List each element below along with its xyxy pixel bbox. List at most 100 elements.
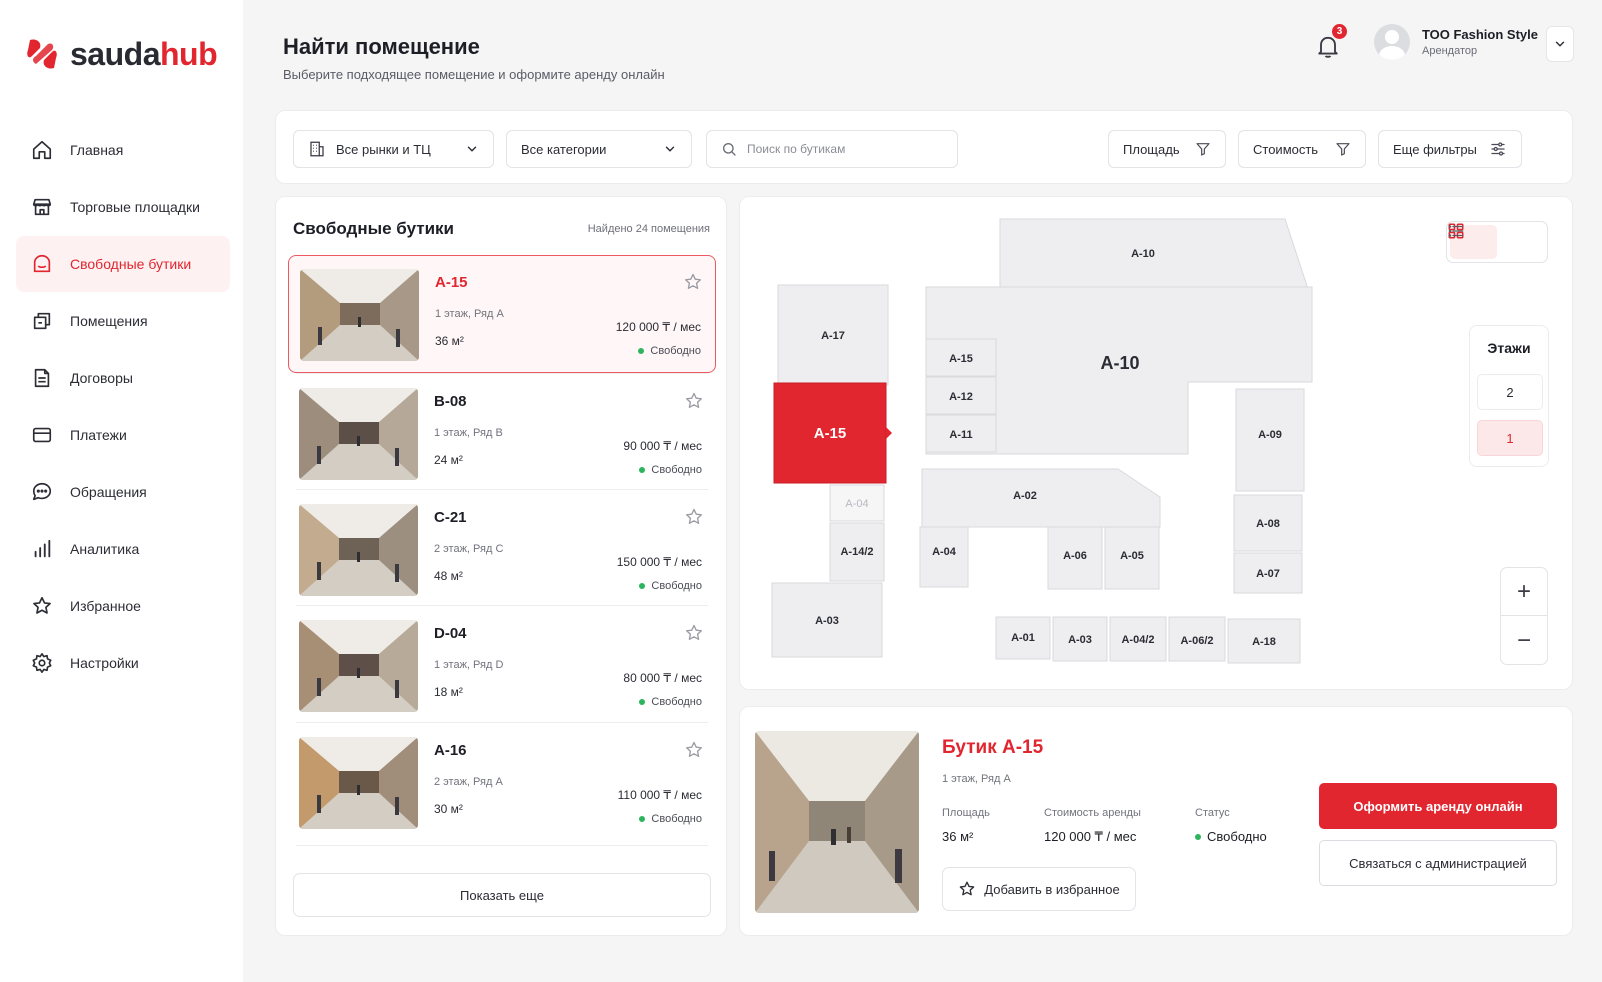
star-icon: [30, 594, 54, 618]
floor-button-1[interactable]: 1: [1477, 420, 1543, 456]
sidebar-item-payments[interactable]: Платежи: [16, 407, 230, 463]
detail-cost-value: 120 000 ₸ / мес: [1044, 829, 1137, 844]
area-filter-button[interactable]: Площадь: [1108, 130, 1226, 168]
sidebar-item-settings[interactable]: Настройки: [16, 635, 230, 691]
boutique-status-label: Свободно: [650, 345, 701, 357]
favorite-star-icon[interactable]: [683, 272, 703, 292]
rent-online-button[interactable]: Оформить аренду онлайн: [1319, 783, 1557, 829]
boutique-status: Свободно: [639, 580, 702, 592]
boutique-location: 1 этаж, Ряд D: [434, 659, 504, 671]
boutique-search-input[interactable]: Поиск по бутикам: [706, 130, 958, 168]
boutique-card[interactable]: C-21 2 этаж, Ряд C 48 м² 150 000 ₸ / мес…: [288, 491, 716, 609]
notification-count-badge: 3: [1330, 22, 1349, 41]
detail-title: Бутик А-15: [942, 737, 1044, 758]
zoom-out-button[interactable]: −: [1501, 617, 1547, 665]
status-dot: [639, 467, 646, 473]
status-dot: [1195, 833, 1201, 840]
sidebar-item-label: Торговые площадки: [70, 199, 200, 215]
categories-select[interactable]: Все категории: [506, 130, 692, 168]
sidebar-item-marketplaces[interactable]: Торговые площадки: [16, 179, 230, 235]
boutique-price: 150 000 ₸ / мес: [616, 555, 702, 569]
sidebar-item-home[interactable]: Главная: [16, 122, 230, 178]
sidebar-item-analytics[interactable]: Аналитика: [16, 521, 230, 577]
logo-icon: [27, 39, 57, 69]
sidebar-item-contracts[interactable]: Договоры: [16, 350, 230, 406]
sidebar-item-free-boutiques[interactable]: Свободные бутики: [16, 236, 230, 292]
boutique-card[interactable]: A-15 1 этаж, Ряд А 36 м² 120 000 ₸ / мес…: [288, 255, 716, 373]
sidebar-item-label: Главная: [70, 142, 124, 158]
detail-status: Свободно: [1195, 829, 1267, 844]
user-role: Арендатор: [1422, 45, 1478, 57]
boutique-code: B-08: [434, 393, 467, 410]
sidebar-item-label: Избранное: [70, 598, 141, 614]
boutique-status: Свободно: [639, 464, 702, 476]
card-divider: [296, 722, 708, 723]
document-icon: [30, 366, 54, 390]
cost-filter-button[interactable]: Стоимость: [1238, 130, 1366, 168]
map-label-a18: A-18: [1252, 636, 1276, 648]
map-label-a08: A-08: [1256, 518, 1280, 530]
boutique-code: D-04: [434, 625, 467, 642]
favorite-star-icon[interactable]: [684, 740, 704, 760]
categories-select-value: Все категории: [521, 141, 607, 157]
zoom-in-button[interactable]: +: [1501, 568, 1547, 616]
favorite-star-icon[interactable]: [684, 391, 704, 411]
boutique-detail-panel: Бутик А-15 1 этаж, Ряд А Площадь 36 м² С…: [739, 706, 1573, 936]
markets-select[interactable]: Все рынки и ТЦ: [293, 130, 494, 168]
sidebar-item-label: Обращения: [70, 484, 147, 500]
card-divider: [296, 373, 708, 374]
user-profile[interactable]: ТОО Fashion Style Арендатор: [1374, 24, 1538, 60]
boutique-card[interactable]: B-08 1 этаж, Ряд B 24 м² 90 000 ₸ / мес …: [288, 375, 716, 493]
favorite-star-icon[interactable]: [684, 623, 704, 643]
map-label-a11: A-11: [949, 429, 972, 441]
boutique-thumbnail: [299, 737, 418, 829]
show-more-button[interactable]: Показать еще: [293, 873, 711, 917]
avatar: [1374, 24, 1410, 60]
boutique-list-panel: Свободные бутики Найдено 24 помещения A-…: [275, 196, 727, 936]
analytics-icon: [30, 537, 54, 561]
boutique-price: 80 000 ₸ / мес: [623, 671, 702, 685]
list-title: Свободные бутики: [293, 219, 454, 238]
detail-location: 1 этаж, Ряд А: [942, 773, 1011, 785]
map-label-a12: A-12: [949, 391, 973, 403]
floor-button-2[interactable]: 2: [1477, 374, 1543, 410]
map-label-a03-bottom: A-03: [1068, 634, 1092, 646]
boutique-status-label: Свободно: [651, 464, 702, 476]
more-filters-button[interactable]: Еще фильтры: [1378, 130, 1522, 168]
sidebar-item-requests[interactable]: Обращения: [16, 464, 230, 520]
favorite-star-icon[interactable]: [684, 507, 704, 527]
contact-admin-button[interactable]: Связаться с администрацией: [1319, 840, 1557, 886]
boutique-card[interactable]: D-04 1 этаж, Ряд D 18 м² 80 000 ₸ / мес …: [288, 607, 716, 725]
boutique-area: 36 м²: [435, 334, 464, 348]
detail-area-value: 36 м²: [942, 829, 974, 844]
boutique-thumbnail: [300, 269, 419, 361]
detail-area-label: Площадь: [942, 807, 990, 819]
floors-title: Этажи: [1487, 340, 1531, 356]
status-dot: [639, 699, 646, 705]
list-view-icon[interactable]: [1448, 225, 1544, 259]
boutique-photo: [755, 731, 919, 913]
store-icon: [30, 195, 54, 219]
page-title: Найти помещение: [283, 34, 480, 59]
map-unit-a02[interactable]: [921, 468, 1161, 528]
filter-funnel-icon: [1336, 143, 1350, 156]
boutique-card[interactable]: A-16 2 этаж, Ряд А 30 м² 110 000 ₸ / мес…: [288, 724, 716, 842]
sidebar-item-rooms[interactable]: Помещения: [16, 293, 230, 349]
map-label-a06-2: A-06/2: [1180, 635, 1213, 647]
user-name: ТОО Fashion Style: [1422, 27, 1538, 42]
map-label-a02: A-02: [1013, 490, 1037, 502]
sidebar-item-label: Свободные бутики: [70, 256, 192, 272]
sidebar: saudahub Главная Торговые площадки Свобо…: [0, 0, 243, 982]
boutique-thumbnail: [299, 620, 418, 712]
user-menu-chevron-down-icon[interactable]: [1546, 26, 1574, 62]
boutique-location: 1 этаж, Ряд А: [435, 308, 504, 320]
add-to-favorites-button[interactable]: Добавить в избранное: [942, 867, 1136, 911]
sidebar-item-favorites[interactable]: Избранное: [16, 578, 230, 634]
boutique-area: 24 м²: [434, 453, 463, 467]
floor-selector: Этажи 2 1: [1469, 325, 1549, 467]
logo[interactable]: saudahub: [22, 34, 218, 74]
results-count: Найдено 24 помещения: [587, 223, 710, 235]
map-label-a04-2: A-04/2: [1121, 634, 1154, 646]
map-label-a07: A-07: [1256, 568, 1280, 580]
detail-status-value: Свободно: [1207, 829, 1267, 844]
